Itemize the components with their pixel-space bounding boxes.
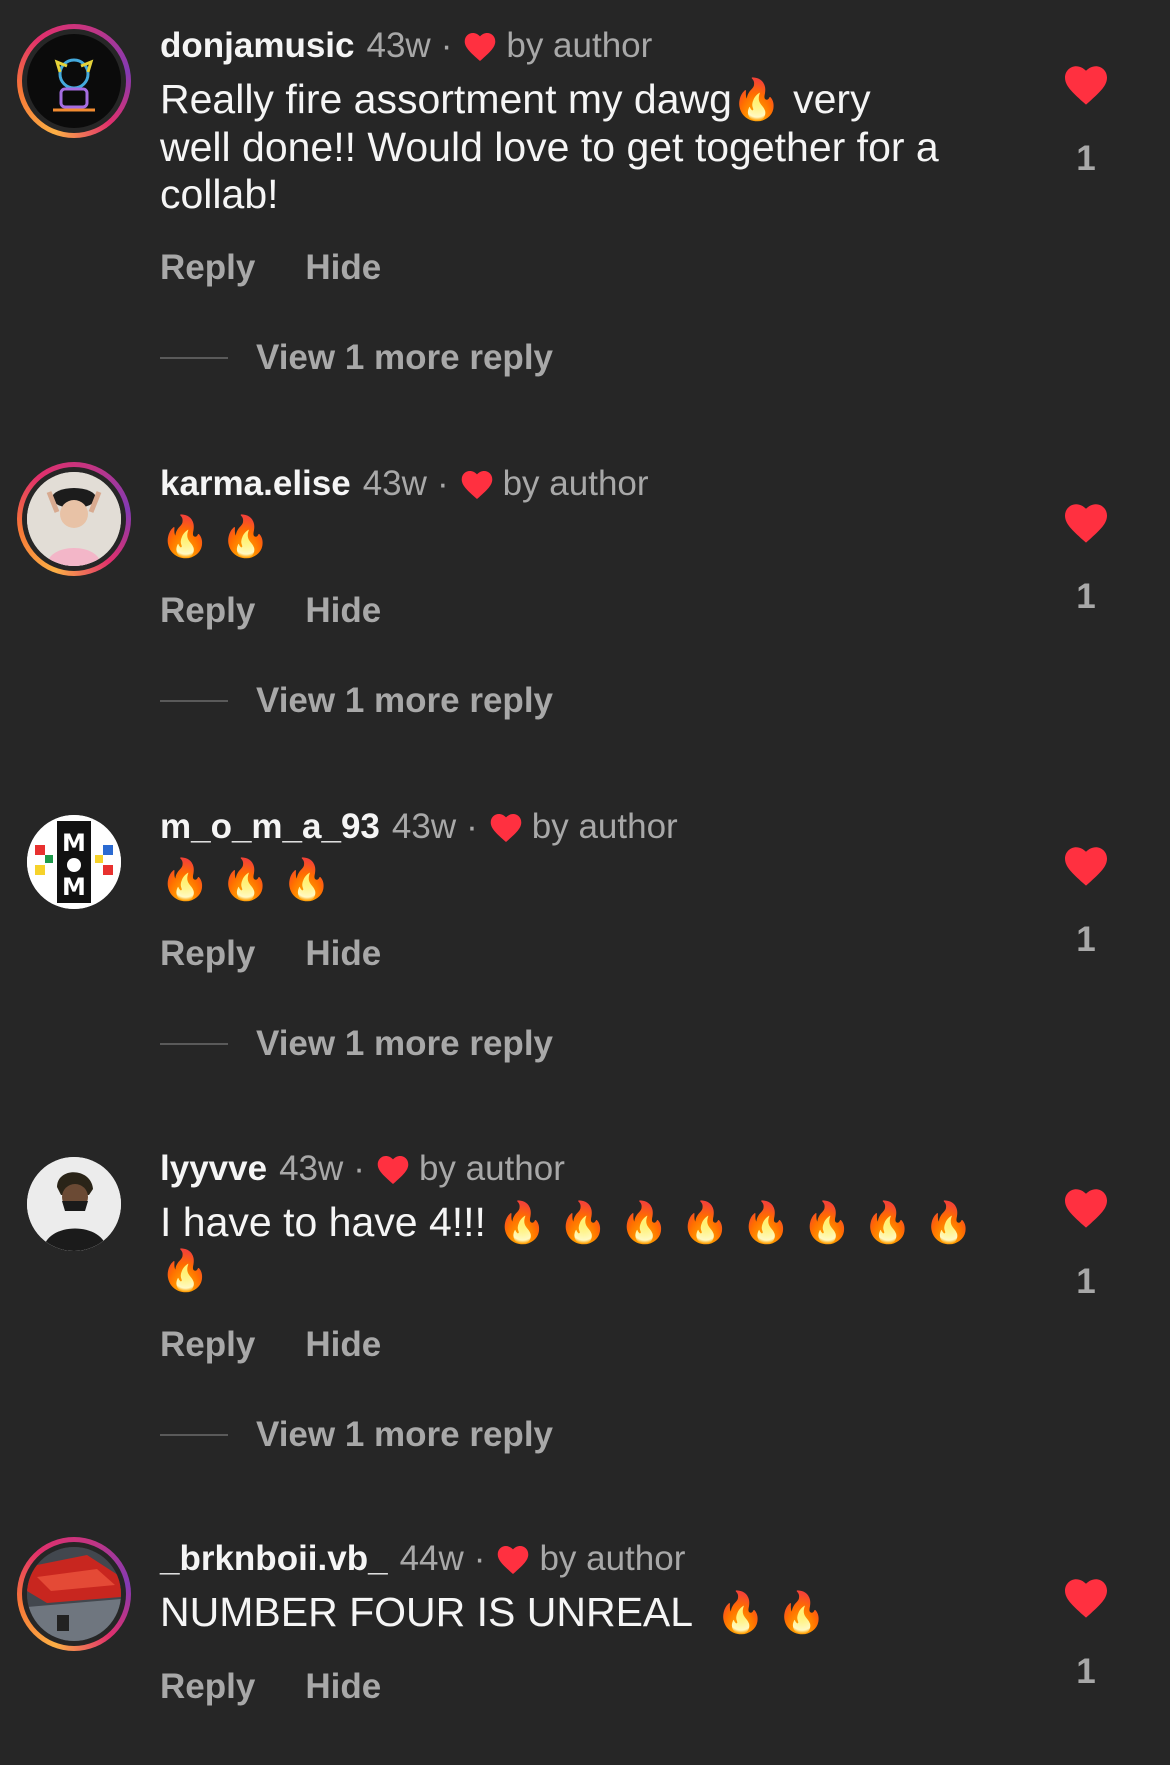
divider bbox=[160, 1043, 228, 1045]
divider bbox=[160, 700, 228, 702]
heart-icon bbox=[490, 814, 522, 842]
comment-text: NUMBER FOUR IS UNREAL 🔥 🔥 bbox=[160, 1589, 827, 1635]
like-button[interactable]: 1 bbox=[1058, 1575, 1114, 1692]
hide-button[interactable]: Hide bbox=[305, 1325, 381, 1365]
heart-icon bbox=[465, 33, 496, 61]
view-more-replies-button[interactable]: View 1 more reply bbox=[160, 1415, 1020, 1455]
reply-button[interactable]: Reply bbox=[160, 591, 255, 631]
svg-text:M: M bbox=[62, 873, 86, 901]
heart-icon bbox=[498, 1546, 529, 1574]
view-more-replies-button[interactable]: View 1 more reply bbox=[160, 1024, 1020, 1064]
avatar[interactable] bbox=[17, 462, 131, 576]
like-count: 1 bbox=[1076, 577, 1096, 616]
liked-by-author-label: by author bbox=[539, 1539, 686, 1578]
view-more-replies-button[interactable]: View 1 more reply bbox=[160, 681, 1020, 721]
timestamp: 43w bbox=[391, 807, 457, 846]
comment-text: Really fire assortment my dawg🔥 very wel… bbox=[160, 76, 939, 217]
hide-button[interactable]: Hide bbox=[305, 248, 381, 288]
comment-text: 🔥 🔥 🔥 bbox=[160, 858, 332, 902]
svg-text:M: M bbox=[62, 829, 86, 857]
separator: · bbox=[466, 807, 478, 846]
heart-icon bbox=[377, 1156, 409, 1184]
like-count: 1 bbox=[1076, 1262, 1096, 1301]
username[interactable]: m_o_m_a_93 bbox=[160, 805, 380, 849]
separator: · bbox=[436, 464, 449, 503]
reply-button[interactable]: Reply bbox=[160, 1325, 255, 1365]
like-button[interactable]: 1 bbox=[1058, 843, 1114, 960]
like-button[interactable]: 1 bbox=[1058, 1185, 1114, 1302]
liked-by-author-label: by author bbox=[506, 26, 653, 65]
liked-by-author-label: by author bbox=[502, 464, 649, 503]
timestamp: 44w bbox=[399, 1539, 464, 1578]
view-more-replies-button[interactable]: View 1 more reply bbox=[160, 338, 1020, 378]
comment-text: 🔥 🔥 bbox=[160, 515, 271, 559]
heart-icon bbox=[1065, 504, 1107, 543]
heart-icon bbox=[461, 471, 492, 499]
reply-button[interactable]: Reply bbox=[160, 1667, 255, 1707]
like-count: 1 bbox=[1076, 1652, 1096, 1691]
heart-icon bbox=[1065, 847, 1107, 886]
like-button[interactable]: 1 bbox=[1058, 62, 1114, 179]
hide-button[interactable]: Hide bbox=[305, 591, 381, 631]
username[interactable]: karma.elise bbox=[160, 462, 351, 506]
separator: · bbox=[353, 1149, 365, 1188]
hide-button[interactable]: Hide bbox=[305, 1667, 381, 1707]
separator: · bbox=[473, 1539, 486, 1578]
heart-icon bbox=[1065, 66, 1107, 105]
heart-icon bbox=[1065, 1579, 1107, 1618]
avatar[interactable] bbox=[17, 24, 131, 138]
divider bbox=[160, 1434, 228, 1436]
like-count: 1 bbox=[1076, 139, 1096, 178]
divider bbox=[160, 357, 228, 359]
separator: · bbox=[440, 26, 453, 65]
username[interactable]: _brknboii.vb_ bbox=[160, 1537, 388, 1581]
liked-by-author-label: by author bbox=[418, 1149, 565, 1188]
comments-list: donjamusic 43w · by author Really fire a… bbox=[0, 0, 1170, 1765]
username[interactable]: lyyvve bbox=[160, 1147, 267, 1191]
timestamp: 43w bbox=[362, 464, 427, 503]
like-count: 1 bbox=[1076, 920, 1096, 959]
heart-icon bbox=[1065, 1189, 1107, 1228]
avatar[interactable] bbox=[17, 1147, 131, 1261]
liked-by-author-label: by author bbox=[531, 807, 678, 846]
timestamp: 43w bbox=[366, 26, 431, 65]
username[interactable]: donjamusic bbox=[160, 24, 354, 68]
avatar[interactable]: M M bbox=[17, 805, 131, 919]
comment-text: I have to have 4!!! 🔥 🔥 🔥 🔥 🔥 🔥 🔥 🔥 🔥 bbox=[160, 1199, 974, 1293]
reply-button[interactable]: Reply bbox=[160, 248, 255, 288]
hide-button[interactable]: Hide bbox=[305, 934, 381, 974]
avatar[interactable] bbox=[17, 1537, 131, 1651]
like-button[interactable]: 1 bbox=[1058, 500, 1114, 617]
timestamp: 43w bbox=[279, 1149, 344, 1188]
reply-button[interactable]: Reply bbox=[160, 934, 255, 974]
